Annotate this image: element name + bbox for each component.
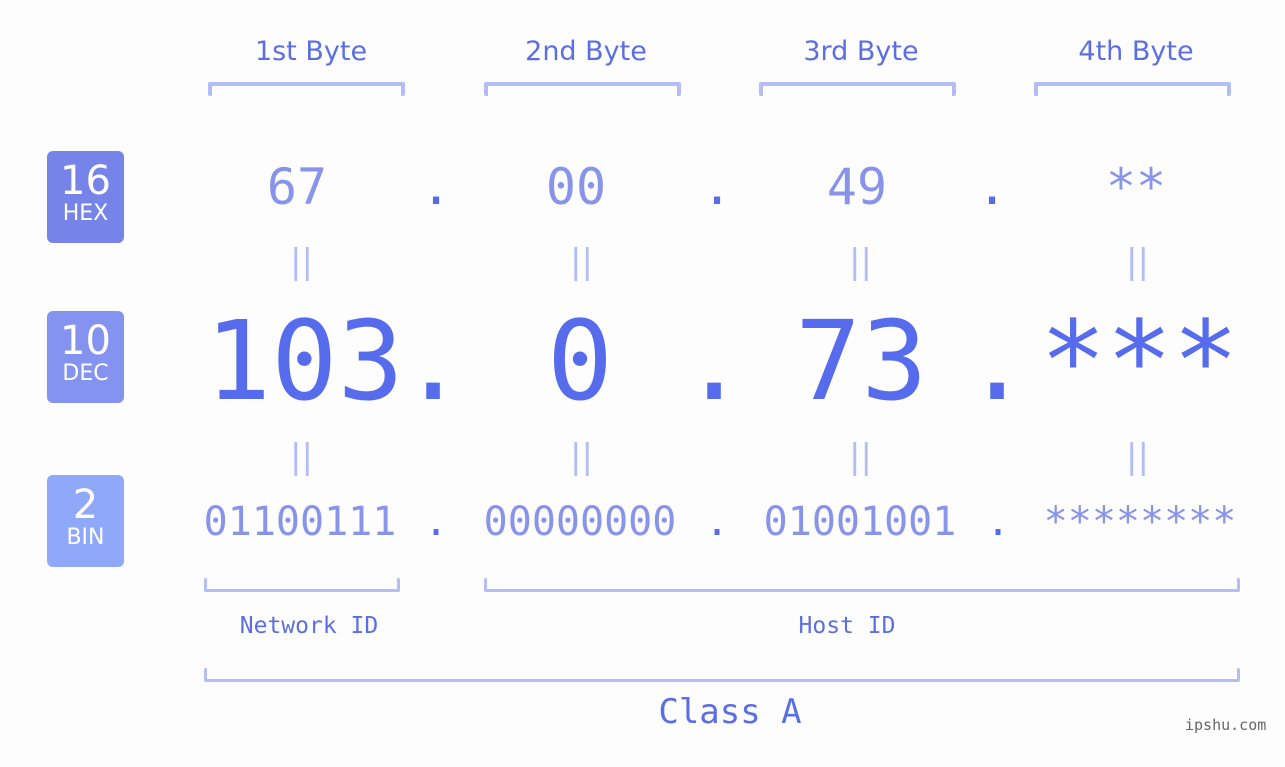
bin-badge: 2 BIN bbox=[47, 475, 124, 567]
dec-badge: 10 DEC bbox=[47, 311, 124, 403]
equals-hex-dec-4: || bbox=[1126, 242, 1149, 282]
dec-badge-label: DEC bbox=[62, 361, 109, 386]
equals-dec-bin-2: || bbox=[570, 437, 593, 477]
byte-header-1: 1st Byte bbox=[254, 36, 368, 67]
dec-badge-number: 10 bbox=[60, 318, 111, 364]
equals-hex-dec-1: || bbox=[290, 242, 313, 282]
dec-value-1: 103 bbox=[205, 297, 404, 425]
equals-dec-bin-1: || bbox=[290, 437, 313, 477]
dec-value-4: *** bbox=[1040, 297, 1239, 425]
equals-hex-dec-2: || bbox=[570, 242, 593, 282]
byte-bracket-2 bbox=[484, 82, 681, 96]
hex-badge-label: HEX bbox=[62, 201, 109, 226]
watermark: ipshu.com bbox=[1185, 716, 1267, 734]
equals-hex-dec-3: || bbox=[849, 242, 872, 282]
byte-header-3: 3rd Byte bbox=[803, 36, 919, 67]
hex-value-4: ** bbox=[1105, 158, 1167, 216]
byte-bracket-4 bbox=[1034, 82, 1231, 96]
byte-header-4: 4th Byte bbox=[1078, 36, 1194, 67]
host-id-bracket bbox=[484, 578, 1240, 592]
byte-header-2: 2nd Byte bbox=[525, 36, 647, 67]
byte-bracket-1 bbox=[208, 82, 405, 96]
network-id-label: Network ID bbox=[239, 613, 379, 639]
hex-badge: 16 HEX bbox=[47, 151, 124, 243]
equals-dec-bin-3: || bbox=[849, 437, 872, 477]
byte-bracket-3 bbox=[759, 82, 956, 96]
dec-value-2: 0 bbox=[546, 297, 614, 425]
equals-dec-bin-4: || bbox=[1126, 437, 1149, 477]
bin-badge-label: BIN bbox=[66, 525, 105, 550]
class-bracket bbox=[204, 668, 1240, 682]
dec-value-3: 73 bbox=[795, 297, 928, 425]
dec-separator-2: . bbox=[681, 297, 748, 425]
hex-badge-number: 16 bbox=[60, 158, 111, 204]
host-id-label: Host ID bbox=[798, 613, 896, 639]
dec-separator-1: . bbox=[400, 297, 467, 425]
bin-badge-number: 2 bbox=[72, 482, 99, 528]
dec-separator-3: . bbox=[964, 297, 1031, 425]
network-id-bracket bbox=[204, 578, 400, 592]
bin-value-4: ******** bbox=[1043, 499, 1237, 545]
class-label: Class A bbox=[658, 692, 802, 732]
